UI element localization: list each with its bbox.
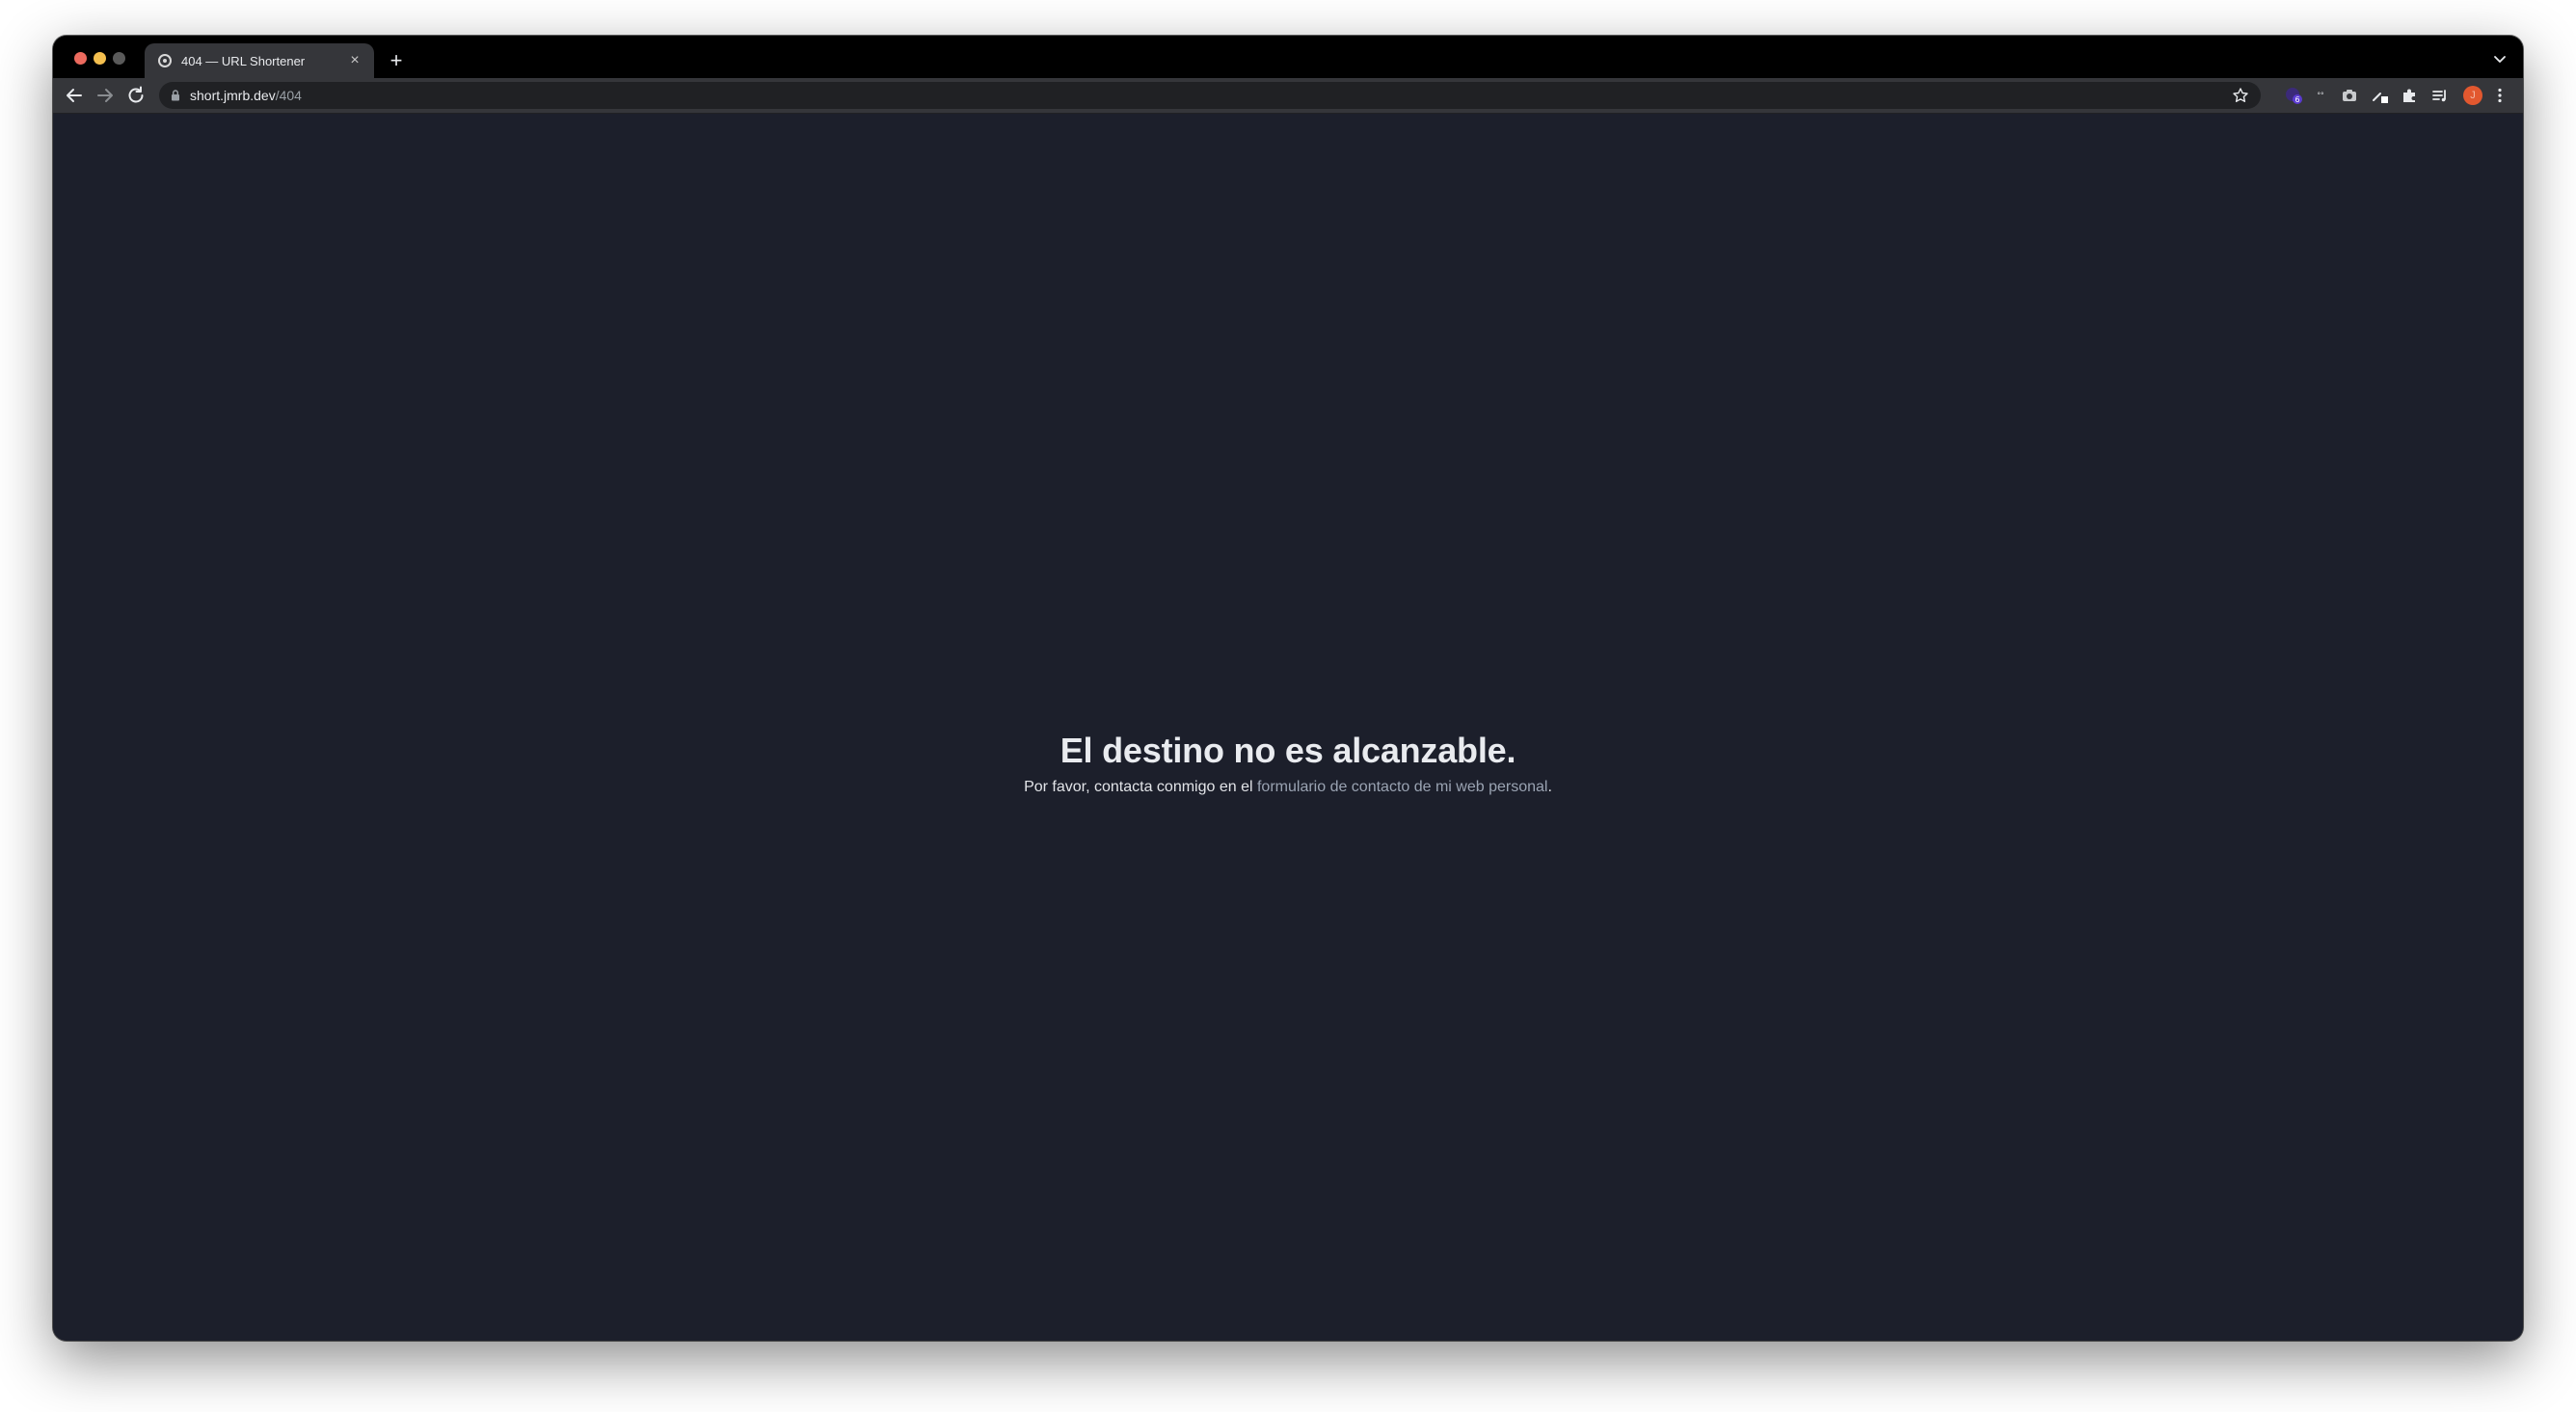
globe-icon bbox=[158, 54, 172, 67]
tab-close-icon[interactable]: × bbox=[345, 51, 364, 70]
profile-avatar[interactable]: J bbox=[2463, 86, 2482, 105]
pen-icon[interactable] bbox=[2371, 86, 2390, 105]
extension-badge-count: 6 bbox=[2294, 95, 2299, 104]
browser-toolbar: short.jmrb.dev/404 6 °° J bbox=[53, 78, 2523, 114]
window-close-button[interactable] bbox=[74, 52, 87, 65]
address-url: short.jmrb.dev/404 bbox=[190, 88, 302, 103]
extension-text-icon[interactable]: °° bbox=[2311, 86, 2330, 105]
back-arrow-icon[interactable] bbox=[63, 84, 86, 107]
message-prefix: Por favor, contacta conmigo en el bbox=[1024, 779, 1257, 795]
menu-dots-icon[interactable] bbox=[2490, 86, 2509, 105]
new-tab-button[interactable]: + bbox=[384, 48, 409, 73]
camera-icon[interactable] bbox=[2340, 86, 2359, 105]
reading-list-icon[interactable] bbox=[2430, 86, 2450, 105]
puzzle-icon[interactable] bbox=[2400, 86, 2419, 105]
chevron-down-icon[interactable] bbox=[2490, 49, 2509, 68]
contact-form-link[interactable]: formulario de contacto de mi web persona… bbox=[1257, 779, 1548, 795]
tab-strip: 404 — URL Shortener × + bbox=[53, 36, 2523, 78]
contact-message: Por favor, contacta conmigo en el formul… bbox=[53, 779, 2523, 796]
bookmark-star-icon[interactable] bbox=[2232, 87, 2249, 104]
browser-window: 404 — URL Shortener × + short.jmrb.dev/4… bbox=[53, 36, 2523, 1341]
lock-icon[interactable] bbox=[169, 89, 182, 102]
address-bar[interactable]: short.jmrb.dev/404 bbox=[159, 82, 2261, 109]
extension-badge-icon[interactable]: 6 bbox=[2284, 86, 2303, 105]
tab-active[interactable]: 404 — URL Shortener × bbox=[145, 43, 374, 78]
error-message: El destino no es alcanzable. Por favor, … bbox=[53, 731, 2523, 796]
url-host: short.jmrb.dev bbox=[190, 88, 276, 103]
url-path: /404 bbox=[275, 88, 302, 103]
page-title: El destino no es alcanzable. bbox=[1060, 731, 1516, 770]
tab-title: 404 — URL Shortener bbox=[181, 53, 306, 68]
forward-arrow-icon[interactable] bbox=[94, 84, 117, 107]
window-minimize-button[interactable] bbox=[94, 52, 106, 65]
extension-text-label: °° bbox=[2318, 92, 2324, 99]
message-suffix: . bbox=[1547, 779, 1552, 795]
page-content: El destino no es alcanzable. Por favor, … bbox=[53, 114, 2523, 1341]
window-maximize-button[interactable] bbox=[113, 52, 125, 65]
reload-icon[interactable] bbox=[124, 84, 148, 107]
